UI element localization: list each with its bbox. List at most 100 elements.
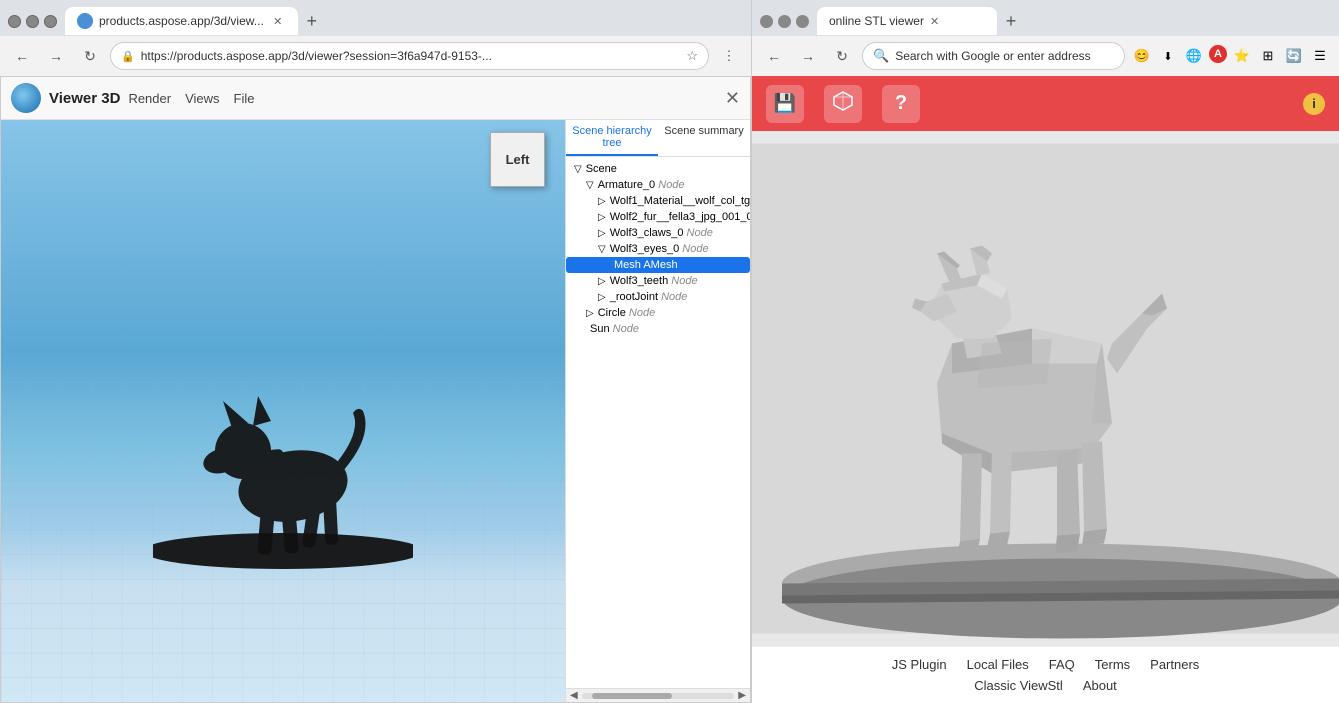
right-win-maximize[interactable] — [778, 15, 791, 28]
bookmark-icon[interactable]: ☆ — [686, 48, 698, 64]
address-text: https://products.aspose.app/3d/viewer?se… — [141, 49, 681, 63]
tree-node-type: Node — [626, 307, 655, 319]
tree-label: Wolf3_eyes_0 — [610, 243, 680, 255]
right-icon-5[interactable]: ⭐ — [1231, 45, 1253, 67]
toolbar-box-button[interactable] — [824, 85, 862, 123]
right-page: 💾 ? i — [752, 76, 1339, 703]
tree-node-type: Node — [610, 323, 639, 335]
win-minimize[interactable] — [8, 15, 21, 28]
right-win-minimize[interactable] — [760, 15, 773, 28]
app-body: Left Scene hierarchy tree Scene summary … — [1, 120, 750, 702]
tree-item-scene[interactable]: ▽ Scene — [566, 161, 750, 177]
footer-link-partners[interactable]: Partners — [1150, 657, 1199, 672]
tree-item-circle[interactable]: ▷ Circle Node — [566, 305, 750, 321]
left-browser-chrome: products.aspose.app/3d/view... ✕ + ← → ↻… — [0, 0, 751, 76]
app-menu: Render Views File — [128, 91, 254, 106]
right-tab-close[interactable]: ✕ — [930, 15, 939, 28]
tree-node-type: Node — [658, 291, 687, 303]
right-nav-icons: 😊 ⬇ 🌐 A ⭐ ⊞ 🔄 ☰ — [1131, 45, 1331, 67]
right-address-bar[interactable]: 🔍 Search with Google or enter address — [862, 42, 1125, 70]
tree-item-wolf1[interactable]: ▷ Wolf1_Material__wolf_col_tg... — [566, 193, 750, 209]
tree-item-wolf2[interactable]: ▷ Wolf2_fur__fella3_jpg_001_0... — [566, 209, 750, 225]
toolbar-save-button[interactable]: 💾 — [766, 85, 804, 123]
back-button[interactable]: ← — [8, 42, 36, 70]
tab-scene-hierarchy[interactable]: Scene hierarchy tree — [566, 120, 658, 156]
viewer3d-app-window: Viewer 3D Render Views File ✕ — [0, 76, 751, 703]
app-name: Viewer 3D — [49, 90, 120, 107]
save-icon: 💾 — [774, 93, 796, 114]
tree-label: Armature_0 — [598, 179, 655, 191]
tree-label: Wolf2_fur__fella3_jpg_001_0... — [610, 211, 750, 223]
right-win-restore[interactable] — [796, 15, 809, 28]
tree-item-mesh-amesh[interactable]: Mesh AMesh — [566, 257, 750, 273]
right-tab-bar: online STL viewer ✕ + — [752, 0, 1339, 36]
right-browser: online STL viewer ✕ + ← → ↻ 🔍 Search wit… — [752, 0, 1339, 703]
help-icon: ? — [895, 92, 907, 115]
right-new-tab-button[interactable]: + — [997, 7, 1025, 35]
tree-label: Wolf1_Material__wolf_col_tg... — [610, 195, 750, 207]
right-active-tab[interactable]: online STL viewer ✕ — [817, 7, 997, 35]
menu-render[interactable]: Render — [128, 91, 171, 106]
menu-views[interactable]: Views — [185, 91, 219, 106]
reload-button[interactable]: ↻ — [76, 42, 104, 70]
right-back-button[interactable]: ← — [760, 42, 788, 70]
right-icon-3[interactable]: 🌐 — [1183, 45, 1205, 67]
tree-node-type: Node — [668, 275, 697, 287]
menu-file[interactable]: File — [234, 91, 255, 106]
tree-item-wolf3-eyes[interactable]: ▽ Wolf3_eyes_0 Node — [566, 241, 750, 257]
right-icon-6[interactable]: ⊞ — [1257, 45, 1279, 67]
footer-link-local-files[interactable]: Local Files — [967, 657, 1029, 672]
tree-item-wolf3-claws[interactable]: ▷ Wolf3_claws_0 Node — [566, 225, 750, 241]
left-address-bar[interactable]: 🔒 https://products.aspose.app/3d/viewer?… — [110, 42, 709, 70]
footer-links-row1: JS Plugin Local Files FAQ Terms Partners — [892, 657, 1200, 672]
3d-viewport[interactable]: Left — [1, 120, 565, 702]
tree-label: Mesh AMesh — [614, 259, 678, 271]
right-icon-8[interactable]: ☰ — [1309, 45, 1331, 67]
toolbar-help-button[interactable]: ? — [882, 85, 920, 123]
footer-link-classic-viewstl[interactable]: Classic ViewStl — [974, 678, 1063, 693]
win-restore[interactable] — [44, 15, 57, 28]
tree-label: Circle — [598, 307, 626, 319]
tab-close-button[interactable]: ✕ — [270, 13, 286, 29]
right-forward-button[interactable]: → — [794, 42, 822, 70]
tree-arrow: ▷ — [598, 196, 606, 207]
tab-scene-summary[interactable]: Scene summary — [658, 120, 750, 156]
tree-item-wolf3-teeth[interactable]: ▷ Wolf3_teeth Node — [566, 273, 750, 289]
browser-menu-button[interactable]: ⋮ — [715, 42, 743, 70]
tree-item-sun[interactable]: Sun Node — [566, 321, 750, 337]
win-maximize[interactable] — [26, 15, 39, 28]
active-tab[interactable]: products.aspose.app/3d/view... ✕ — [65, 7, 298, 35]
right-nav-bar: ← → ↻ 🔍 Search with Google or enter addr… — [752, 36, 1339, 76]
right-3d-viewport[interactable] — [752, 131, 1339, 646]
new-tab-button[interactable]: + — [298, 7, 326, 35]
left-browser: products.aspose.app/3d/view... ✕ + ← → ↻… — [0, 0, 752, 703]
right-reload-button[interactable]: ↻ — [828, 42, 856, 70]
right-icon-2[interactable]: ⬇ — [1157, 45, 1179, 67]
app-titlebar: Viewer 3D Render Views File ✕ — [1, 77, 750, 120]
footer-link-faq[interactable]: FAQ — [1049, 657, 1075, 672]
left-tab-bar: products.aspose.app/3d/view... ✕ + — [0, 0, 751, 36]
scene-scrollbar[interactable]: ◀ ▶ — [566, 688, 750, 702]
toolbar-info-button[interactable]: i — [1303, 93, 1325, 115]
tree-arrow: ▷ — [598, 276, 606, 287]
tree-item-armature[interactable]: ▽ Armature_0 Node — [566, 177, 750, 193]
right-footer: JS Plugin Local Files FAQ Terms Partners… — [752, 646, 1339, 703]
orientation-label: Left — [506, 152, 530, 167]
scroll-right-arrow[interactable]: ▶ — [738, 690, 746, 701]
scene-panel-tabs: Scene hierarchy tree Scene summary — [566, 120, 750, 157]
scroll-left-arrow[interactable]: ◀ — [570, 690, 578, 701]
tree-item-rootjoint[interactable]: ▷ _rootJoint Node — [566, 289, 750, 305]
orientation-cube[interactable]: Left — [490, 132, 545, 187]
footer-link-terms[interactable]: Terms — [1095, 657, 1130, 672]
right-icon-7[interactable]: 🔄 — [1283, 45, 1305, 67]
app-close-button[interactable]: ✕ — [725, 88, 740, 109]
tree-arrow: ▷ — [598, 212, 606, 223]
right-icon-1[interactable]: 😊 — [1131, 45, 1153, 67]
footer-link-about[interactable]: About — [1083, 678, 1117, 693]
forward-button[interactable]: → — [42, 42, 70, 70]
footer-link-js-plugin[interactable]: JS Plugin — [892, 657, 947, 672]
scroll-track — [582, 693, 735, 699]
right-icon-4[interactable]: A — [1209, 45, 1227, 63]
tree-label: Scene — [586, 163, 617, 175]
scroll-thumb — [592, 693, 672, 699]
